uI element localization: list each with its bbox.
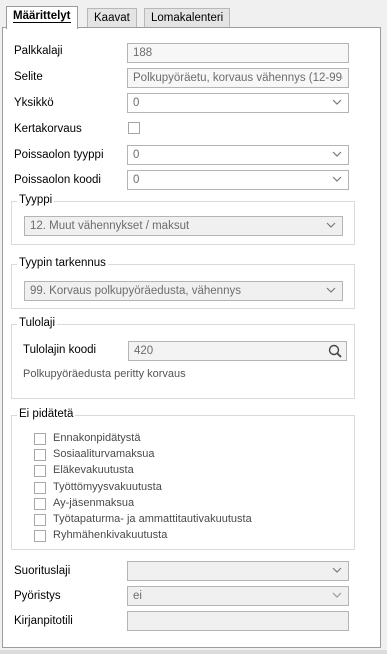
selite-value: Polkupyöräetu, korvaus vähennys (12-99-4…	[133, 72, 343, 84]
chevron-down-icon	[326, 222, 336, 228]
ryhmahenkivakuutus-checkbox[interactable]	[34, 530, 46, 542]
pyoristys-label: Pyöristys	[14, 590, 61, 602]
tulolaji-description: Polkupyöräedusta peritty korvaus	[23, 368, 186, 380]
poissaolon-koodi-select[interactable]: 0	[127, 170, 349, 190]
tab-maarittelyt-label: Määrittelyt	[13, 10, 71, 23]
tyottomyysvakuutus-label: Työttömyysvakuutusta	[53, 481, 162, 493]
tyypin-tarkennus-value: 99. Korvaus polkupyöräedusta, vähennys	[30, 285, 241, 297]
ay-jasenmaksu-checkbox[interactable]	[34, 498, 46, 510]
tab-lomakalenteri-label: Lomakalenteri	[151, 12, 224, 24]
ennakonpidatys-checkbox[interactable]	[34, 433, 46, 445]
tab-strip: Määrittelyt Kaavat Lomakalenteri	[6, 6, 380, 29]
tab-kaavat[interactable]: Kaavat	[87, 8, 137, 28]
tab-kaavat-label: Kaavat	[94, 12, 130, 24]
tulolaji-title: Tulolaji	[17, 317, 58, 329]
tulolajin-koodi-value: 420	[134, 345, 154, 357]
poissaolon-koodi-value: 0	[133, 174, 140, 186]
chevron-down-icon	[332, 567, 342, 573]
tyyppi-group-title: Tyyppi	[17, 194, 55, 206]
poissaolon-tyyppi-value: 0	[133, 149, 140, 161]
tyyppi-group: Tyyppi 12. Muut vähennykset / maksut	[11, 194, 355, 245]
poissaolon-koodi-label: Poissaolon koodi	[14, 174, 101, 186]
chevron-down-icon	[332, 592, 342, 598]
tyyppi-select[interactable]: 12. Muut vähennykset / maksut	[24, 216, 343, 236]
suorituslaji-label: Suorituslaji	[14, 565, 71, 577]
tyypin-tarkennus-title: Tyypin tarkennus	[17, 257, 108, 269]
tyotapaturmavakuutus-checkbox[interactable]	[34, 514, 46, 526]
palkkalaji-value: 188	[133, 47, 153, 59]
ryhmahenkivakuutus-label: Ryhmähenkivakuutusta	[53, 529, 168, 541]
palkkalaji-label: Palkkalaji	[14, 45, 63, 57]
tyottomyysvakuutus-checkbox[interactable]	[34, 482, 46, 494]
tab-maarittelyt[interactable]: Määrittelyt	[6, 6, 78, 29]
chevron-down-icon	[332, 99, 342, 105]
pyoristys-select[interactable]: ei	[127, 586, 349, 606]
ei-pidateta-group: Ei pidätetä Ennakonpidätystä Sosiaalitur…	[11, 408, 355, 550]
search-icon[interactable]	[324, 342, 346, 360]
tulolaji-group: Tulolaji Tulolajin koodi 420 Polkupyöräe…	[11, 317, 355, 399]
yksikko-value: 0	[133, 97, 140, 109]
suorituslaji-select[interactable]	[127, 561, 349, 581]
tyypin-tarkennus-group: Tyypin tarkennus 99. Korvaus polkupyöräe…	[11, 257, 355, 309]
sosiaaliturvamaksu-checkbox[interactable]	[34, 449, 46, 461]
elakevakuutus-checkbox[interactable]	[34, 465, 46, 477]
tyypin-tarkennus-select[interactable]: 99. Korvaus polkupyöräedusta, vähennys	[24, 281, 343, 301]
yksikko-label: Yksikkö	[14, 97, 54, 109]
chevron-down-icon	[332, 176, 342, 182]
kertakorvaus-label: Kertakorvaus	[14, 123, 82, 135]
ei-pidateta-title: Ei pidätetä	[17, 408, 76, 420]
definitions-panel: Palkkalaji 188 Selite Polkupyöräetu, kor…	[2, 27, 381, 648]
tyotapaturmavakuutus-label: Työtapaturma- ja ammattitautivakuutusta	[53, 513, 252, 525]
ennakonpidatys-label: Ennakonpidätystä	[53, 432, 141, 444]
selite-label: Selite	[14, 71, 43, 83]
kertakorvaus-checkbox[interactable]	[128, 122, 140, 134]
tyyppi-value: 12. Muut vähennykset / maksut	[30, 220, 190, 232]
kirjanpitotili-label: Kirjanpitotili	[14, 615, 73, 627]
tulolajin-koodi-label: Tulolajin koodi	[23, 344, 97, 356]
elakevakuutus-label: Eläkevakuutusta	[53, 464, 134, 476]
chevron-down-icon	[326, 287, 336, 293]
ay-jasenmaksu-label: Ay-jäsenmaksua	[53, 497, 135, 509]
selite-field[interactable]: Polkupyöräetu, korvaus vähennys (12-99-4…	[127, 68, 349, 88]
pyoristys-value: ei	[133, 590, 142, 602]
chevron-down-icon	[332, 151, 342, 157]
poissaolon-tyyppi-label: Poissaolon tyyppi	[14, 149, 104, 161]
tulolajin-koodi-field[interactable]: 420	[128, 341, 347, 361]
ei-pidateta-list: Ennakonpidätystä Sosiaaliturvamaksua Elä…	[34, 432, 334, 547]
kirjanpitotili-field[interactable]	[127, 611, 349, 631]
tab-lomakalenteri[interactable]: Lomakalenteri	[144, 8, 231, 28]
window-bottom-edge	[0, 650, 387, 654]
poissaolon-tyyppi-select[interactable]: 0	[127, 145, 349, 165]
yksikko-select[interactable]: 0	[127, 93, 349, 113]
palkkalaji-field[interactable]: 188	[127, 43, 349, 63]
sosiaaliturvamaksu-label: Sosiaaliturvamaksua	[53, 448, 155, 460]
